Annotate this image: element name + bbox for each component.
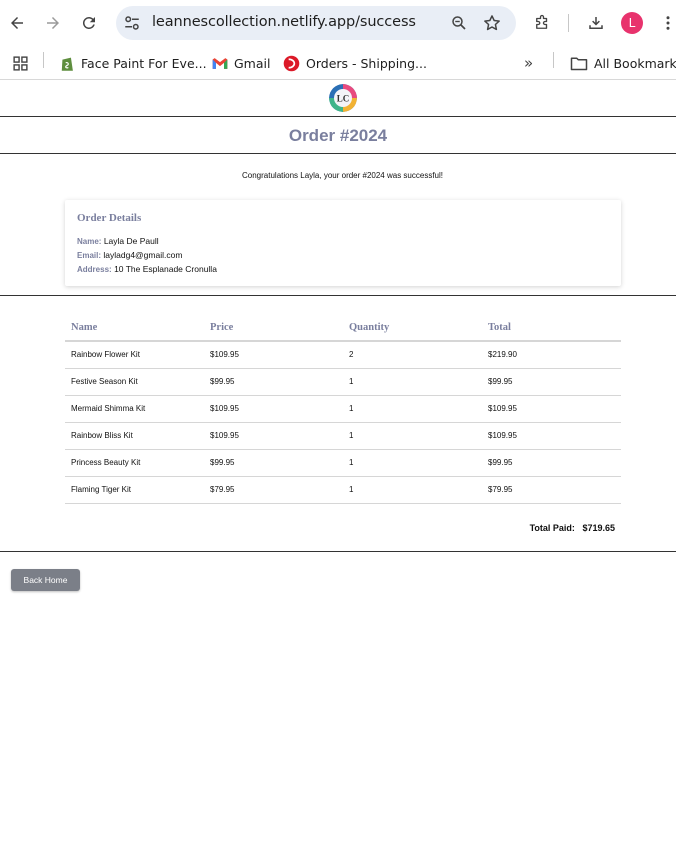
all-bookmarks-label: All Bookmarks — [594, 55, 676, 71]
table-row: Rainbow Flower Kit $109.95 2 $219.90 — [65, 341, 621, 369]
bookmark-orders[interactable]: Orders - Shipping... — [283, 52, 427, 74]
folder-icon — [570, 57, 588, 70]
detail-label: Name: — [77, 237, 102, 246]
item-total: $219.90 — [482, 341, 621, 369]
item-price: $109.95 — [204, 341, 343, 369]
item-quantity: 2 — [343, 341, 482, 369]
browser-toolbar: leannescollection.netlify.app/success L — [0, 0, 676, 46]
column-header-name: Name — [65, 315, 204, 342]
item-quantity: 1 — [343, 449, 482, 477]
order-details-heading: Order Details — [77, 212, 142, 224]
column-header-total: Total — [482, 315, 621, 342]
arrow-right-icon — [47, 17, 59, 29]
site-settings-icon[interactable] — [123, 14, 141, 32]
table-header-row: Name Price Quantity Total — [65, 315, 621, 342]
item-price: $99.95 — [204, 368, 343, 396]
puzzle-icon — [536, 14, 548, 29]
profile-avatar[interactable]: L — [621, 12, 643, 34]
page-title: Order #2024 — [288, 126, 388, 145]
item-name: Rainbow Flower Kit — [65, 341, 204, 369]
bookmark-star-icon[interactable] — [482, 13, 502, 33]
item-quantity: 1 — [343, 422, 482, 450]
item-total: $109.95 — [482, 395, 621, 423]
item-quantity: 1 — [343, 476, 482, 504]
divider — [0, 551, 676, 552]
column-header-price: Price — [204, 315, 343, 342]
table-row: Princess Beauty Kit $99.95 1 $99.95 — [65, 449, 621, 477]
detail-label: Address: — [77, 265, 112, 274]
detail-email-row: Email: layladg4@gmail.com — [77, 250, 182, 260]
arrow-left-icon — [11, 17, 23, 29]
logo-icon: LC — [329, 84, 357, 112]
item-price: $79.95 — [204, 476, 343, 504]
detail-label: Email: — [77, 251, 102, 260]
table-row: Rainbow Bliss Kit $109.95 1 $109.95 — [65, 422, 621, 450]
address-bar[interactable]: leannescollection.netlify.app/success — [116, 6, 516, 40]
detail-address-value: 10 The Esplanade Cronulla — [114, 264, 217, 274]
item-total: $109.95 — [482, 422, 621, 450]
item-quantity: 1 — [343, 395, 482, 423]
detail-address-row: Address: 10 The Esplanade Cronulla — [77, 264, 217, 274]
apps-button[interactable] — [12, 52, 35, 74]
item-price: $109.95 — [204, 422, 343, 450]
downloads-button[interactable] — [584, 11, 608, 35]
bookmark-gmail[interactable]: Gmail — [212, 52, 270, 74]
total-paid-value: $719.65 — [582, 523, 615, 533]
item-price: $109.95 — [204, 395, 343, 423]
bookmark-label: Orders - Shipping... — [306, 55, 427, 71]
toolbar-divider — [568, 14, 569, 32]
detail-email-value: layladg4@gmail.com — [103, 250, 183, 260]
divider — [0, 116, 676, 117]
item-name: Princess Beauty Kit — [65, 449, 204, 477]
item-total: $99.95 — [482, 368, 621, 396]
total-paid: Total Paid: $719.65 — [0, 523, 615, 533]
bookmarks-overflow-button[interactable]: » — [524, 52, 533, 74]
item-total: $79.95 — [482, 476, 621, 504]
url-text[interactable]: leannescollection.netlify.app/success — [152, 14, 416, 30]
all-bookmarks-button[interactable]: All Bookmarks — [570, 52, 676, 74]
detail-name-row: Name: Layla De Paull — [77, 236, 159, 246]
item-quantity: 1 — [343, 368, 482, 396]
gmail-icon — [212, 57, 228, 69]
more-vertical-icon — [666, 16, 670, 30]
bookmarks-divider — [553, 52, 554, 68]
page-content: LC Order #2024 Congratulations Layla, yo… — [0, 81, 676, 846]
back-home-button[interactable]: Back Home — [11, 569, 80, 591]
zoom-icon[interactable] — [450, 14, 468, 32]
logo-text: LC — [337, 94, 350, 104]
item-name: Rainbow Bliss Kit — [65, 422, 204, 450]
column-header-quantity: Quantity — [343, 315, 482, 342]
divider — [0, 153, 676, 154]
success-message: Congratulations Layla, your order #2024 … — [242, 171, 443, 180]
table-row: Festive Season Kit $99.95 1 $99.95 — [65, 368, 621, 396]
browser-menu-button[interactable] — [656, 11, 676, 35]
auspost-icon — [283, 55, 300, 71]
apps-grid-icon — [13, 55, 28, 71]
item-name: Flaming Tiger Kit — [65, 476, 204, 504]
table-row: Flaming Tiger Kit $79.95 1 $79.95 — [65, 476, 621, 504]
shopify-icon — [61, 57, 73, 71]
item-price: $99.95 — [204, 449, 343, 477]
bookmarks-divider — [43, 52, 44, 68]
divider — [0, 295, 676, 296]
order-details-card: Order Details Name: Layla De Paull Email… — [65, 200, 621, 286]
back-nav-button[interactable] — [5, 11, 29, 35]
extensions-button[interactable] — [530, 11, 554, 35]
bookmark-label: Gmail — [234, 55, 271, 71]
download-icon — [589, 17, 603, 29]
item-name: Festive Season Kit — [65, 368, 204, 396]
reload-button[interactable] — [77, 11, 101, 35]
bookmarks-bar: Face Paint For Eve... Gmail Orders - Shi… — [0, 46, 676, 80]
forward-nav-button[interactable] — [41, 11, 65, 35]
item-name: Mermaid Shimma Kit — [65, 395, 204, 423]
reload-icon — [82, 16, 95, 29]
order-items-table: Name Price Quantity Total Rainbow Flower… — [65, 315, 621, 504]
bookmark-face-paint[interactable]: Face Paint For Eve... — [59, 52, 207, 74]
total-paid-label: Total Paid: — [529, 523, 575, 533]
item-total: $99.95 — [482, 449, 621, 477]
detail-name-value: Layla De Paull — [103, 236, 159, 246]
site-logo[interactable]: LC — [329, 84, 357, 112]
bookmark-label: Face Paint For Eve... — [81, 55, 207, 71]
table-row: Mermaid Shimma Kit $109.95 1 $109.95 — [65, 395, 621, 423]
